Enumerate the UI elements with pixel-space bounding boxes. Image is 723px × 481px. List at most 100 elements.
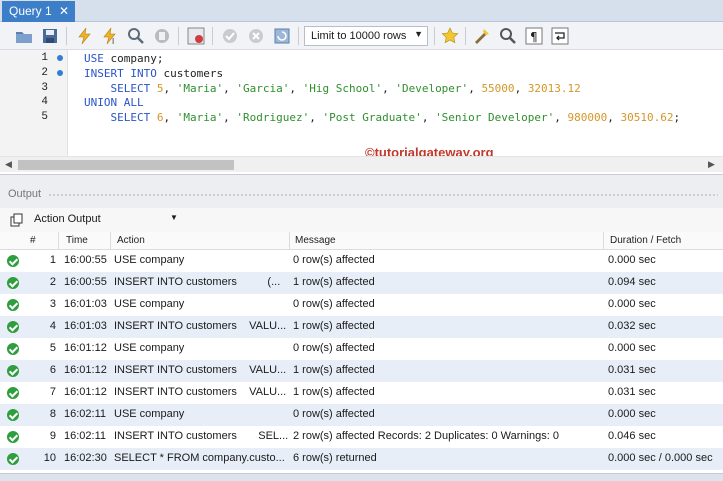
row-action: SELECT * FROM company.custo... xyxy=(114,452,285,464)
tab-bar: Query 1 ✕ xyxy=(0,0,723,22)
code-line-5: SELECT 6, 'Maria', 'Rodriguez', 'Post Gr… xyxy=(110,111,681,124)
table-row[interactable]: 10 16:02:30 SELECT * FROM company.custo...… xyxy=(0,448,723,470)
success-check-icon xyxy=(7,387,19,399)
row-duration: 0.000 sec xyxy=(608,298,656,310)
table-row[interactable]: 4 16:01:03 INSERT INTO customers VALU... 1 … xyxy=(0,316,723,338)
code-line-2: INSERT INTO customers xyxy=(84,67,224,80)
row-message: 2 row(s) affected Records: 2 Duplicates:… xyxy=(293,430,559,442)
code-line-3: SELECT 5, 'Maria', 'Garcia', 'Hig School… xyxy=(110,82,581,95)
table-row[interactable]: 2 16:00:55 INSERT INTO customers (... 1 row… xyxy=(0,272,723,294)
toggle-results-icon[interactable] xyxy=(186,26,206,46)
table-row[interactable]: 1 16:00:55 USE company 0 row(s) affected 0.0… xyxy=(0,250,723,272)
row-duration: 0.094 sec xyxy=(608,276,656,288)
row-number: 6 xyxy=(49,364,56,376)
line-number: 5 xyxy=(41,111,48,123)
row-duration: 0.000 sec xyxy=(608,254,656,266)
line-number: 2 xyxy=(41,67,48,79)
success-check-icon xyxy=(7,255,19,267)
row-number: 5 xyxy=(49,342,56,354)
row-number: 3 xyxy=(49,298,56,310)
row-number: 2 xyxy=(49,276,56,288)
open-folder-icon[interactable] xyxy=(14,26,34,46)
output-type-selector[interactable]: Action Output ▼ xyxy=(0,208,723,232)
execute-current-icon[interactable]: I xyxy=(100,26,120,46)
row-time: 16:02:11 xyxy=(64,430,107,442)
invisible-chars-icon[interactable]: ¶ xyxy=(524,26,544,46)
tab-query-1[interactable]: Query 1 ✕ xyxy=(2,1,75,22)
row-action: USE company xyxy=(114,254,185,266)
output-label: Output xyxy=(8,188,42,200)
stop-icon[interactable] xyxy=(152,26,172,46)
sql-editor[interactable]: 1 2 3 4 5 USE company; INSERT INTO custo… xyxy=(0,50,723,156)
col-header-duration[interactable]: Duration / Fetch xyxy=(610,235,681,246)
table-row[interactable]: 8 16:02:11 USE company 0 row(s) affected 0.0… xyxy=(0,404,723,426)
row-duration: 0.000 sec xyxy=(608,342,656,354)
status-bar xyxy=(0,473,723,481)
chevron-down-icon: ▼ xyxy=(414,29,423,39)
panel-grip[interactable] xyxy=(48,193,718,197)
scroll-left-icon[interactable]: ◀ xyxy=(5,159,12,170)
row-message: 1 row(s) affected xyxy=(293,386,375,398)
row-number: 10 xyxy=(43,452,56,464)
limit-rows-value: Limit to 10000 rows xyxy=(311,30,407,42)
row-message: 0 row(s) affected xyxy=(293,408,375,420)
success-check-icon xyxy=(7,409,19,421)
scroll-right-icon[interactable]: ▶ xyxy=(708,159,715,170)
success-check-icon xyxy=(7,277,19,289)
row-time: 16:00:55 xyxy=(64,276,107,288)
row-duration: 0.046 sec xyxy=(608,430,656,442)
row-action: INSERT INTO customers (... xyxy=(114,276,281,288)
limit-rows-select[interactable]: Limit to 10000 rows ▼ xyxy=(304,26,428,46)
row-action: USE company xyxy=(114,298,185,310)
row-action: INSERT INTO customers SEL... xyxy=(114,430,289,442)
table-row[interactable]: 9 16:02:11 INSERT INTO customers SEL... 2 r… xyxy=(0,426,723,448)
scrollbar-thumb[interactable] xyxy=(18,160,234,170)
rollback-icon[interactable] xyxy=(246,26,266,46)
success-check-icon xyxy=(7,453,19,465)
explain-icon[interactable] xyxy=(126,26,146,46)
row-message: 0 row(s) affected xyxy=(293,254,375,266)
wrap-lines-icon[interactable] xyxy=(550,26,570,46)
success-check-icon xyxy=(7,299,19,311)
row-number: 7 xyxy=(49,386,56,398)
table-row[interactable]: 5 16:01:12 USE company 0 row(s) affected 0.0… xyxy=(0,338,723,360)
find-icon[interactable] xyxy=(498,26,518,46)
row-time: 16:01:12 xyxy=(64,386,107,398)
row-action: INSERT INTO customers VALU... xyxy=(114,364,287,376)
success-check-icon xyxy=(7,431,19,443)
row-time: 16:01:12 xyxy=(64,342,107,354)
row-time: 16:01:12 xyxy=(64,364,107,376)
row-message: 1 row(s) affected xyxy=(293,320,375,332)
row-time: 16:01:03 xyxy=(64,320,107,332)
col-header-action[interactable]: Action xyxy=(117,235,145,246)
row-number: 9 xyxy=(49,430,56,442)
horizontal-scrollbar[interactable]: ◀ ▶ xyxy=(0,156,723,172)
row-time: 16:02:11 xyxy=(64,408,107,420)
row-duration: 0.031 sec xyxy=(608,386,656,398)
svg-text:¶: ¶ xyxy=(530,30,538,44)
add-snippet-star-icon[interactable] xyxy=(440,26,460,46)
table-row[interactable]: 3 16:01:03 USE company 0 row(s) affected 0.0… xyxy=(0,294,723,316)
chevron-down-icon[interactable]: ▼ xyxy=(170,213,178,222)
copy-icon[interactable] xyxy=(10,213,24,230)
row-message: 1 row(s) affected xyxy=(293,276,375,288)
table-row[interactable]: 7 16:01:12 INSERT INTO customers VALU... 1 … xyxy=(0,382,723,404)
output-panel-header: Output xyxy=(0,174,723,208)
action-output-table: # Time Action Message Duration / Fetch 1… xyxy=(0,232,723,470)
table-row[interactable]: 6 16:01:12 INSERT INTO customers VALU... 1 … xyxy=(0,360,723,382)
col-header-message[interactable]: Message xyxy=(295,235,336,246)
row-message: 0 row(s) affected xyxy=(293,342,375,354)
line-number: 1 xyxy=(41,52,48,64)
row-time: 16:00:55 xyxy=(64,254,107,266)
line-number: 3 xyxy=(41,82,48,94)
beautify-icon[interactable] xyxy=(472,26,492,46)
autocommit-icon[interactable] xyxy=(272,26,292,46)
commit-icon[interactable] xyxy=(220,26,240,46)
col-header-time[interactable]: Time xyxy=(66,235,88,246)
execute-icon[interactable] xyxy=(74,26,94,46)
row-duration: 0.000 sec xyxy=(608,408,656,420)
col-header-number[interactable]: # xyxy=(30,235,36,246)
success-check-icon xyxy=(7,321,19,333)
close-icon[interactable]: ✕ xyxy=(59,4,69,18)
save-icon[interactable] xyxy=(40,26,60,46)
